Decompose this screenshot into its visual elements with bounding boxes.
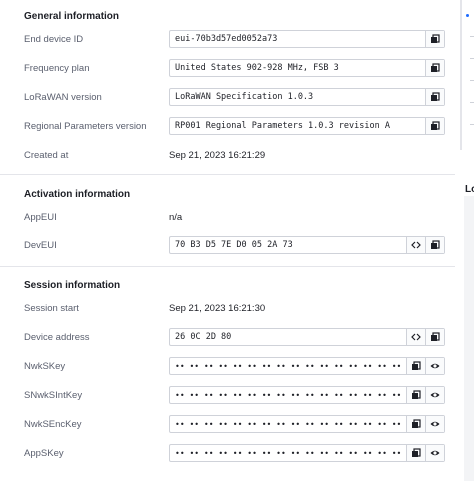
copy-icon [412,448,421,457]
list-tick [470,36,474,37]
appeui-value: n/a [169,212,183,223]
nwksenckey-label: NwkSEncKey [24,419,82,430]
frequency-plan-label: Frequency plan [24,63,90,74]
snwksintkey-label: SNwkSIntKey [24,390,83,401]
end-device-id-value[interactable]: eui-70b3d57ed0052a73 [170,31,425,47]
copy-icon [431,63,440,72]
copy-icon [431,240,440,249]
copy-nwksenckey-button[interactable] [406,416,425,432]
section-divider [0,174,455,175]
eye-icon [430,392,440,398]
copy-icon [431,34,440,43]
copy-device-address-button[interactable] [425,329,444,345]
list-tick [470,58,474,59]
copy-nwkskey-button[interactable] [406,358,425,374]
deveui-value[interactable]: 70 B3 D5 7E D0 05 2A 73 [170,237,406,253]
appskey-value[interactable]: •• •• •• •• •• •• •• •• •• •• •• •• •• •… [170,445,406,461]
device-address-value[interactable]: 26 0C 2D 80 [170,329,406,345]
general-information-title: General information [24,11,120,22]
regional-parameters-version-label: Regional Parameters version [24,121,147,132]
copy-frequency-plan-button[interactable] [425,60,444,76]
session-start-label: Session start [24,303,79,314]
regional-parameters-version-field: RP001 Regional Parameters 1.0.3 revision… [169,117,445,135]
copy-regional-parameters-button[interactable] [425,118,444,134]
appskey-label: AppSKey [24,448,64,459]
show-snwksintkey-button[interactable] [425,387,444,403]
right-panel [464,196,474,481]
show-nwksenckey-button[interactable] [425,416,444,432]
activation-information-title: Activation information [24,189,131,200]
lorawan-version-value[interactable]: LoRaWAN Specification 1.0.3 [170,89,425,105]
list-tick [470,124,474,125]
code-toggle-icon [411,333,421,341]
lorawan-version-label: LoRaWAN version [24,92,102,103]
section-divider [0,266,455,267]
deveui-format-toggle-button[interactable] [406,237,425,253]
copy-icon [412,361,421,370]
frequency-plan-value[interactable]: United States 902-928 MHz, FSB 3 [170,60,425,76]
show-appskey-button[interactable] [425,445,444,461]
lorawan-version-field: LoRaWAN Specification 1.0.3 [169,88,445,106]
frequency-plan-field: United States 902-928 MHz, FSB 3 [169,59,445,77]
list-tick [470,80,474,81]
device-address-label: Device address [24,332,90,343]
snwksintkey-field: •• •• •• •• •• •• •• •• •• •• •• •• •• •… [169,386,445,404]
created-at-value: Sep 21, 2023 16:21:29 [169,150,266,161]
created-at-label: Created at [24,150,69,161]
regional-parameters-version-value[interactable]: RP001 Regional Parameters 1.0.3 revision… [170,118,425,134]
appskey-field: •• •• •• •• •• •• •• •• •• •• •• •• •• •… [169,444,445,462]
copy-end-device-id-button[interactable] [425,31,444,47]
copy-icon [412,390,421,399]
nwkskey-value[interactable]: •• •• •• •• •• •• •• •• •• •• •• •• •• •… [170,358,406,374]
copy-icon [412,419,421,428]
code-toggle-icon [411,241,421,249]
copy-snwksintkey-button[interactable] [406,387,425,403]
device-address-format-toggle-button[interactable] [406,329,425,345]
end-device-id-label: End device ID [24,34,84,45]
right-panel-heading: Lo [465,184,474,195]
list-tick [470,102,474,103]
appeui-label: AppEUI [24,212,57,223]
copy-icon [431,92,440,101]
device-address-field: 26 0C 2D 80 [169,328,445,346]
active-indicator-dot [466,14,469,17]
snwksintkey-value[interactable]: •• •• •• •• •• •• •• •• •• •• •• •• •• •… [170,387,406,403]
end-device-id-field: eui-70b3d57ed0052a73 [169,30,445,48]
deveui-field: 70 B3 D5 7E D0 05 2A 73 [169,236,445,254]
copy-deveui-button[interactable] [425,237,444,253]
session-information-title: Session information [24,280,121,291]
scrollbar[interactable] [460,0,462,150]
deveui-label: DevEUI [24,240,57,251]
copy-lorawan-version-button[interactable] [425,89,444,105]
session-start-value: Sep 21, 2023 16:21:30 [169,303,266,314]
eye-icon [430,421,440,427]
nwkskey-field: •• •• •• •• •• •• •• •• •• •• •• •• •• •… [169,357,445,375]
nwkskey-label: NwkSKey [24,361,66,372]
eye-icon [430,363,440,369]
eye-icon [430,450,440,456]
nwksenckey-field: •• •• •• •• •• •• •• •• •• •• •• •• •• •… [169,415,445,433]
show-nwkskey-button[interactable] [425,358,444,374]
copy-icon [431,332,440,341]
copy-appskey-button[interactable] [406,445,425,461]
copy-icon [431,121,440,130]
nwksenckey-value[interactable]: •• •• •• •• •• •• •• •• •• •• •• •• •• •… [170,416,406,432]
